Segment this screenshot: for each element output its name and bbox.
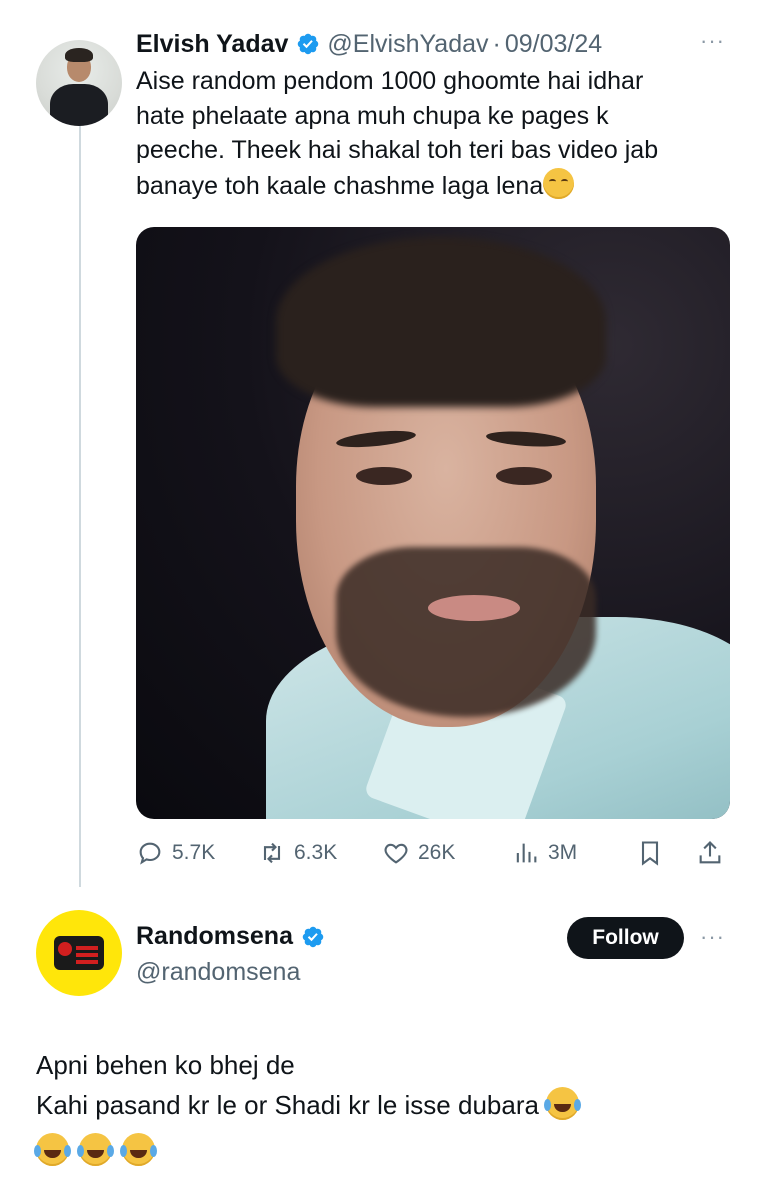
reply-text-line2-row: Kahi pasand kr le or Shadi kr le isse du…	[36, 1085, 736, 1125]
reply-user-avatar[interactable]	[36, 910, 122, 996]
tweet-text: Aise random pendom 1000 ghoomte hai idha…	[136, 64, 736, 203]
header-separator: ·	[492, 29, 501, 58]
randomsena-logo	[54, 936, 104, 970]
reply-count: 5.7K	[172, 841, 216, 864]
bookmark-icon	[641, 841, 659, 866]
tweet-header: Elvish Yadav @ElvishYadav · 09/03/24	[136, 27, 602, 61]
tweet-photo[interactable]	[136, 227, 730, 819]
views-button[interactable]: 3M	[512, 833, 577, 873]
thread-connector-line	[79, 112, 81, 887]
share-icon	[699, 841, 721, 864]
reply-user-name[interactable]: Randomsena	[136, 922, 293, 951]
like-count: 26K	[418, 841, 456, 864]
reply-text-line2: Kahi pasand kr le or Shadi kr le isse du…	[36, 1090, 539, 1120]
reply-icon	[139, 842, 161, 865]
author-name[interactable]: Elvish Yadav	[136, 30, 288, 59]
like-button[interactable]: 26K	[382, 833, 455, 873]
reply-button[interactable]: 5.7K	[136, 833, 215, 873]
tweet-actions-bar: 5.7K 6.3K 26K 3M	[136, 833, 730, 873]
reply-user-name-row: Randomsena	[136, 922, 325, 951]
tears-of-joy-emoji	[120, 1133, 155, 1166]
reply-text-line1: Apni behen ko bhej de	[36, 1050, 295, 1080]
retweet-button[interactable]: 6.3K	[258, 833, 337, 873]
tweet-text-body: Aise random pendom 1000 ghoomte hai idha…	[136, 67, 659, 200]
retweet-count: 6.3K	[294, 841, 338, 864]
views-count: 3M	[548, 841, 578, 864]
bookmark-button[interactable]	[636, 833, 672, 873]
views-icon	[516, 843, 537, 863]
author-avatar[interactable]	[36, 40, 122, 126]
follow-button[interactable]: Follow	[567, 917, 684, 959]
reply-text: Apni behen ko bhej de Kahi pasand kr le …	[34, 1045, 736, 1171]
verified-badge-icon	[296, 32, 320, 56]
tears-of-joy-emoji	[544, 1087, 580, 1120]
reply-user-handle[interactable]: @randomsena	[136, 958, 300, 987]
heart-icon	[384, 843, 408, 864]
tweet-date[interactable]: 09/03/24	[505, 30, 602, 59]
verified-badge-icon	[301, 925, 325, 949]
retweet-icon	[263, 842, 281, 864]
reply-emoji-row	[34, 1131, 736, 1171]
author-handle[interactable]: @ElvishYadav	[327, 30, 488, 59]
relieved-face-emoji	[543, 167, 575, 199]
more-options-icon[interactable]: ···	[700, 924, 730, 949]
more-options-icon[interactable]: ···	[700, 28, 730, 53]
tears-of-joy-emoji	[34, 1133, 69, 1166]
share-button[interactable]	[696, 833, 732, 873]
tears-of-joy-emoji	[77, 1133, 112, 1166]
